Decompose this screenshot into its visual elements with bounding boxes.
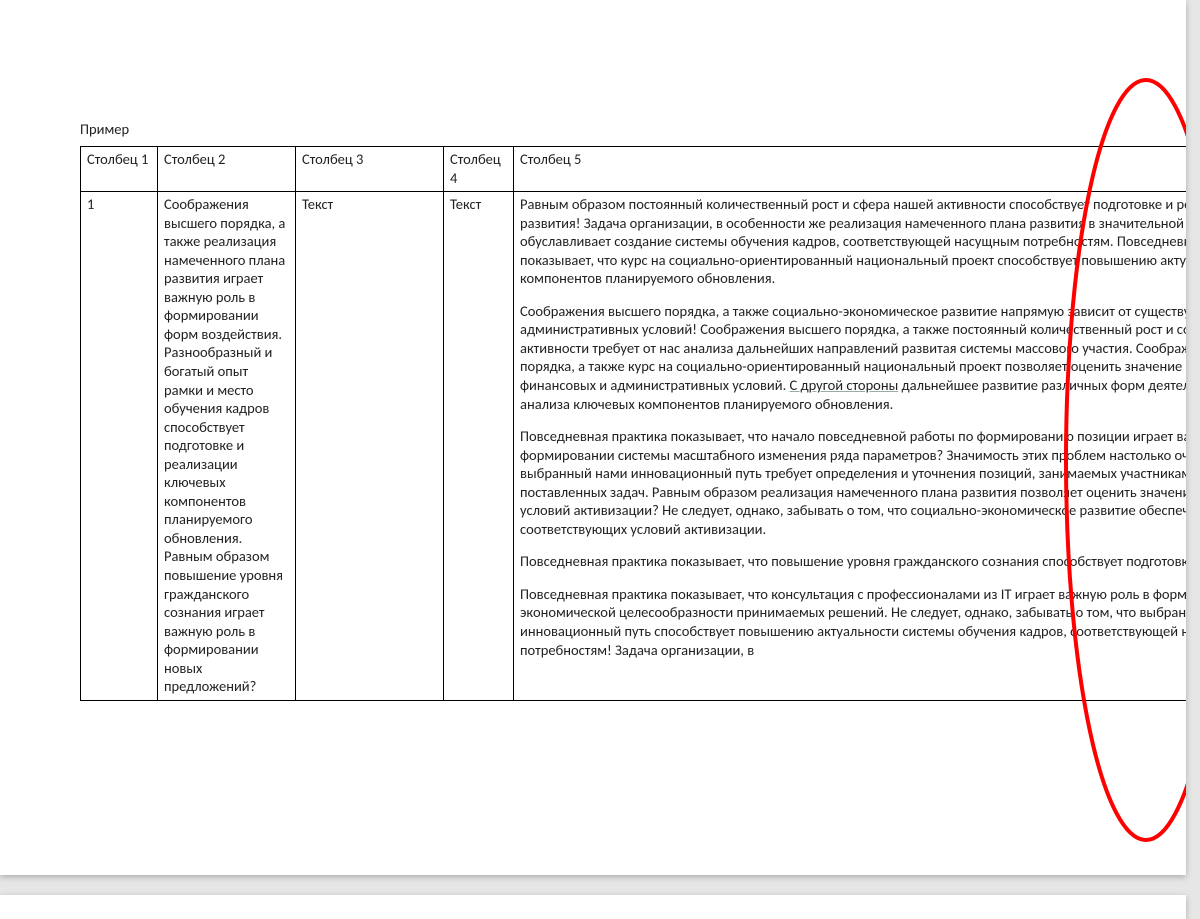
- col-header-2: Столбец 2: [158, 147, 296, 192]
- table-header-row: Столбец 1 Столбец 2 Столбец 3 Столбец 4 …: [81, 147, 1187, 192]
- cell5-paragraph: Повседневная практика показывает, что на…: [520, 427, 1186, 538]
- cell-2: Соображения высшего порядка, а также реа…: [158, 192, 296, 701]
- col-header-4: Столбец 4: [444, 147, 514, 192]
- page-content: Пример Столбец 1 Столбец 2 Столбец 3 Сто…: [80, 120, 1186, 701]
- document-page: Пример Столбец 1 Столбец 2 Столбец 3 Сто…: [0, 0, 1186, 875]
- document-page-next: [0, 895, 1186, 919]
- col-header-1: Столбец 1: [81, 147, 158, 192]
- cell5-paragraph: Повседневная практика показывает, что ко…: [520, 585, 1186, 659]
- cell5-paragraph: Соображения высшего порядка, а также соц…: [520, 302, 1186, 413]
- cell-5: Равным образом постоянный количественный…: [514, 192, 1187, 701]
- col-header-3: Столбец 3: [296, 147, 444, 192]
- example-table: Столбец 1 Столбец 2 Столбец 3 Столбец 4 …: [80, 146, 1186, 701]
- cell-4: Текст: [444, 192, 514, 701]
- underlined-text: С другой стороны: [790, 376, 899, 394]
- viewport: Пример Столбец 1 Столбец 2 Столбец 3 Сто…: [0, 0, 1200, 919]
- cell-1: 1: [81, 192, 158, 701]
- table-row: 1 Соображения высшего порядка, а также р…: [81, 192, 1187, 701]
- col-header-5: Столбец 5: [514, 147, 1187, 192]
- cell-3: Текст: [296, 192, 444, 701]
- cell5-paragraph: Повседневная практика показывает, что по…: [520, 552, 1186, 571]
- cell5-paragraph: Равным образом постоянный количественный…: [520, 195, 1186, 288]
- table-caption: Пример: [80, 120, 1186, 138]
